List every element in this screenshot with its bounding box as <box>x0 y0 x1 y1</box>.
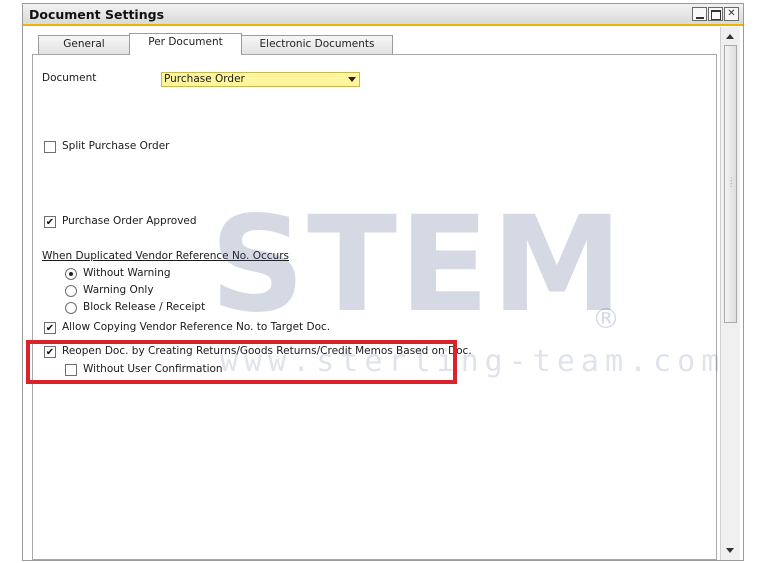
document-label: Document <box>42 72 97 84</box>
window-title: Document Settings <box>29 7 165 22</box>
minimize-icon[interactable] <box>692 7 707 21</box>
scroll-thumb[interactable]: ::: <box>724 45 737 323</box>
chevron-down-icon[interactable] <box>348 77 356 82</box>
grip-icon: ::: <box>730 175 733 189</box>
tab-general[interactable]: General <box>38 35 130 54</box>
per-document-panel: Document Purchase Order Split Purchase O… <box>32 54 717 560</box>
split-po-checkbox[interactable] <box>44 141 56 153</box>
radio-block-release-label: Block Release / Receipt <box>83 301 206 313</box>
radio-warning-only[interactable] <box>65 285 77 297</box>
tab-electronic-documents[interactable]: Electronic Documents <box>241 35 393 54</box>
document-select[interactable]: Purchase Order <box>161 72 360 87</box>
split-po-label: Split Purchase Order <box>62 140 170 152</box>
scroll-up-icon[interactable] <box>726 34 734 39</box>
close-icon[interactable]: ✕ <box>724 7 739 21</box>
tab-per-document[interactable]: Per Document <box>129 33 242 55</box>
radio-block-release[interactable] <box>65 302 77 314</box>
document-settings-window: Document Settings ✕ General Per Document… <box>22 3 744 561</box>
scroll-down-icon[interactable] <box>726 548 734 553</box>
radio-without-warning-label: Without Warning <box>83 267 171 279</box>
vertical-scrollbar[interactable]: ::: <box>720 27 740 560</box>
po-approved-label: Purchase Order Approved <box>62 215 197 227</box>
maximize-icon[interactable] <box>708 7 723 21</box>
allow-copy-label: Allow Copying Vendor Reference No. to Ta… <box>62 321 331 333</box>
title-bar[interactable]: Document Settings ✕ <box>23 4 743 26</box>
document-select-value: Purchase Order <box>164 73 245 85</box>
allow-copy-checkbox[interactable] <box>44 322 56 334</box>
window-controls: ✕ <box>692 7 739 21</box>
po-approved-checkbox[interactable] <box>44 216 56 228</box>
radio-without-warning[interactable] <box>65 268 77 280</box>
tab-strip: General Per Document Electronic Document… <box>38 33 718 55</box>
highlight-box <box>26 340 457 384</box>
radio-warning-only-label: Warning Only <box>83 284 154 296</box>
duplicated-ref-title: When Duplicated Vendor Reference No. Occ… <box>42 250 289 262</box>
